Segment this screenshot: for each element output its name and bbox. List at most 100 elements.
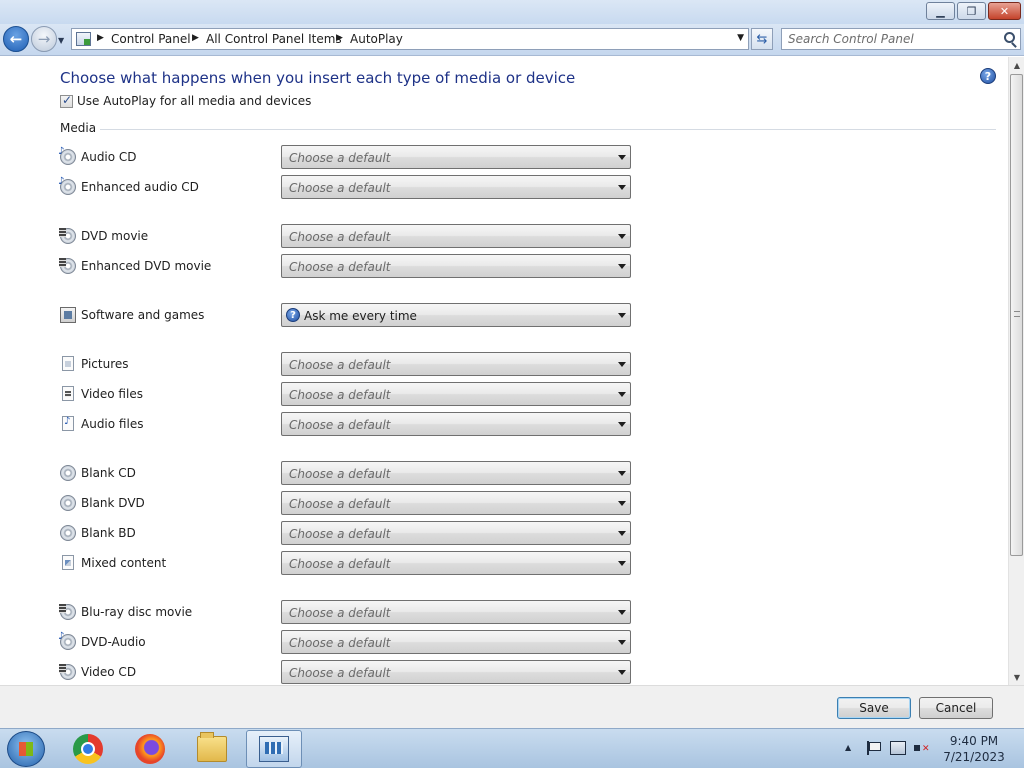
dropdown-value: Choose a default: [289, 636, 391, 650]
dropdown-arrow-icon: [618, 670, 626, 675]
minimize-button[interactable]: ▁: [926, 2, 955, 20]
taskbar: ▲ 9:40 PM 7/21/2023: [0, 728, 1024, 768]
question-icon: ?: [286, 308, 300, 322]
dropdown-value: Choose a default: [289, 666, 391, 680]
dropdown-arrow-icon: [618, 610, 626, 615]
dropdown-arrow-icon: [618, 640, 626, 645]
control-panel-icon: [259, 736, 289, 762]
media-row-blank-cd: Blank CD Choose a default: [60, 461, 640, 485]
video-file-icon: [62, 386, 74, 401]
media-label: Enhanced DVD movie: [81, 259, 212, 273]
action-center-flag-icon[interactable]: [866, 741, 881, 755]
breadcrumb-separator-icon[interactable]: ▶: [97, 33, 104, 43]
blank-dvd-dropdown[interactable]: Choose a default: [281, 491, 631, 515]
pictures-dropdown[interactable]: Choose a default: [281, 352, 631, 376]
bluray-movie-dropdown[interactable]: Choose a default: [281, 600, 631, 624]
media-label: Audio files: [81, 417, 144, 431]
folder-icon: [197, 732, 227, 762]
vertical-scrollbar[interactable]: ▲ ▼: [1008, 57, 1024, 685]
dropdown-value: Choose a default: [289, 418, 391, 432]
page-title: Choose what happens when you insert each…: [60, 69, 576, 87]
media-label: DVD-Audio: [81, 635, 146, 649]
breadcrumb-separator-icon[interactable]: ▶: [192, 33, 199, 43]
dvd-movie-dropdown[interactable]: Choose a default: [281, 224, 631, 248]
autoplay-all-label[interactable]: Use AutoPlay for all media and devices: [77, 94, 311, 108]
autoplay-all-checkbox[interactable]: [60, 93, 73, 108]
forward-button[interactable]: →: [31, 26, 57, 52]
address-bar[interactable]: ▶ Control Panel ▶ All Control Panel Item…: [71, 28, 749, 50]
restore-button[interactable]: ❐: [957, 2, 986, 20]
grip-icon: [1014, 311, 1020, 317]
media-label: DVD movie: [81, 229, 149, 243]
scroll-up-icon[interactable]: ▲: [1009, 57, 1024, 73]
scrollbar-thumb[interactable]: [1010, 74, 1023, 556]
enhanced-audio-cd-dropdown[interactable]: Choose a default: [281, 175, 631, 199]
media-row-enhanced-dvd-movie: Enhanced DVD movie Choose a default: [59, 254, 640, 278]
help-icon[interactable]: ?: [980, 68, 996, 84]
breadcrumb-autoplay[interactable]: AutoPlay: [350, 32, 403, 46]
search-input[interactable]: [788, 31, 998, 47]
cancel-button[interactable]: Cancel: [919, 697, 993, 719]
mixed-content-icon: [62, 555, 74, 570]
dropdown-value: Choose a default: [289, 467, 391, 481]
dvd-icon: [59, 228, 76, 244]
close-button[interactable]: ✕: [988, 2, 1021, 20]
dropdown-arrow-icon: [618, 313, 626, 318]
restore-icon: ❐: [966, 4, 977, 18]
media-row-audio-cd: Audio CD Choose a default: [58, 145, 640, 169]
dropdown-value: Choose a default: [289, 527, 391, 541]
taskbar-firefox[interactable]: [122, 730, 178, 768]
audio-files-dropdown[interactable]: Choose a default: [281, 412, 631, 436]
taskbar-control-panel[interactable]: [246, 730, 302, 768]
refresh-icon: ⇆: [756, 31, 768, 47]
media-row-pictures: Pictures Choose a default: [60, 352, 640, 376]
breadcrumb-separator-icon[interactable]: ▶: [336, 33, 343, 43]
search-box[interactable]: [781, 28, 1021, 50]
breadcrumb-all-items[interactable]: All Control Panel Items: [206, 32, 342, 46]
dropdown-value: Choose a default: [289, 230, 391, 244]
recent-pages-dropdown[interactable]: ▼: [58, 36, 64, 45]
address-dropdown-icon[interactable]: ▼: [737, 33, 744, 43]
media-section-title: Media: [60, 121, 97, 135]
media-label: Audio CD: [81, 150, 137, 164]
blank-bd-icon: [60, 525, 76, 541]
dropdown-arrow-icon: [618, 531, 626, 536]
autoplay-all-toggle[interactable]: Use AutoPlay for all media and devices: [60, 93, 311, 108]
blank-bd-dropdown[interactable]: Choose a default: [281, 521, 631, 545]
dvd-icon: [59, 258, 76, 274]
video-cd-dropdown[interactable]: Choose a default: [281, 660, 631, 684]
system-clock[interactable]: 9:40 PM 7/21/2023: [942, 733, 1006, 765]
dropdown-arrow-icon: [618, 264, 626, 269]
blank-dvd-icon: [60, 495, 76, 511]
network-icon[interactable]: [890, 741, 906, 755]
breadcrumb-control-panel[interactable]: Control Panel: [111, 32, 191, 46]
start-button[interactable]: [7, 731, 45, 767]
mixed-content-dropdown[interactable]: Choose a default: [281, 551, 631, 575]
volume-muted-icon[interactable]: [914, 741, 930, 755]
dropdown-value: Choose a default: [289, 260, 391, 274]
dvd-icon: [59, 664, 76, 680]
show-hidden-icons-icon[interactable]: ▲: [845, 743, 851, 752]
close-icon: ✕: [999, 4, 1010, 18]
back-button[interactable]: ←: [3, 26, 29, 52]
scroll-down-icon[interactable]: ▼: [1009, 669, 1024, 685]
chrome-icon: [73, 734, 103, 764]
audio-cd-dropdown[interactable]: Choose a default: [281, 145, 631, 169]
dropdown-arrow-icon: [618, 362, 626, 367]
dvd-audio-dropdown[interactable]: Choose a default: [281, 630, 631, 654]
media-label: Blank CD: [81, 466, 136, 480]
save-button[interactable]: Save: [837, 697, 911, 719]
software-and-games-dropdown[interactable]: ? Ask me every time: [281, 303, 631, 327]
search-icon[interactable]: [1004, 32, 1015, 43]
media-row-software-and-games: Software and games ? Ask me every time: [60, 303, 640, 327]
forward-arrow-icon: →: [37, 30, 51, 48]
enhanced-dvd-movie-dropdown[interactable]: Choose a default: [281, 254, 631, 278]
taskbar-explorer[interactable]: [184, 730, 240, 768]
video-files-dropdown[interactable]: Choose a default: [281, 382, 631, 406]
blank-cd-dropdown[interactable]: Choose a default: [281, 461, 631, 485]
dropdown-arrow-icon: [618, 234, 626, 239]
dialog-footer: Save Cancel: [0, 685, 1024, 728]
media-row-dvd-audio: DVD-Audio Choose a default: [58, 630, 640, 654]
taskbar-chrome[interactable]: [60, 730, 116, 768]
refresh-button[interactable]: ⇆: [751, 28, 773, 50]
